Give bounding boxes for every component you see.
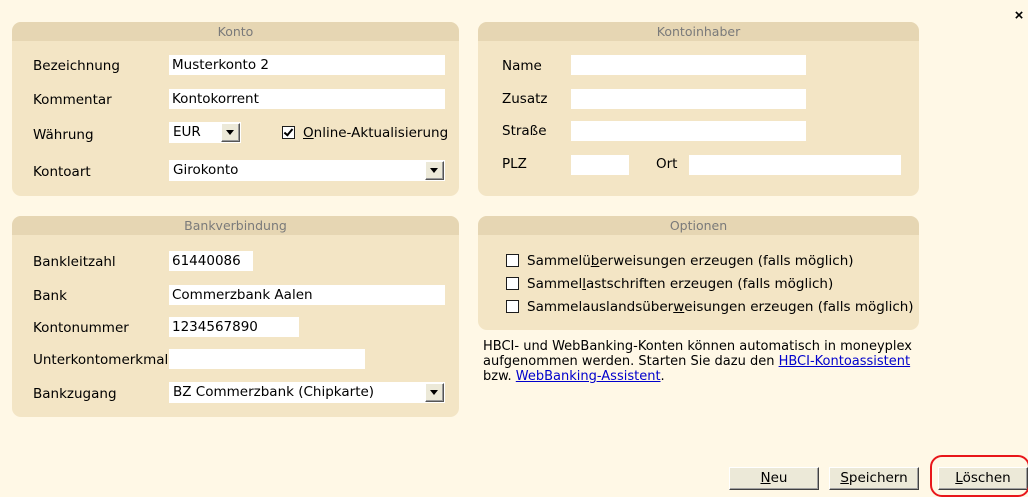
name-label: Name [502,58,542,74]
strasse-label: Straße [502,123,547,139]
bankverbindung-panel-header: Bankverbindung [12,216,459,235]
bankzugang-select[interactable]: BZ Commerzbank (Chipkarte) [169,382,445,403]
konto-panel-header: Konto [12,22,459,41]
konto-panel: Konto Bezeichnung Musterkonto 2 Kommenta… [12,22,459,196]
kontoinhaber-panel: Kontoinhaber Name Zusatz Straße PLZ Ort [478,22,919,196]
zusatz-label: Zusatz [502,91,548,107]
bankleitzahl-label: Bankleitzahl [33,254,116,270]
checkmark-icon [283,126,294,137]
chevron-down-icon [430,390,438,395]
kontoinhaber-panel-header: Kontoinhaber [478,22,919,41]
kontoart-label: Kontoart [33,164,91,180]
assistant-info-text: HBCI- und WebBanking-Konten können autom… [483,339,912,384]
plz-label: PLZ [502,156,527,172]
neu-button[interactable]: Neu [729,467,819,490]
loeschen-button[interactable]: Löschen [938,467,1028,490]
waehrung-label: Währung [33,127,94,143]
webbanking-assistent-link[interactable]: WebBanking-Assistent [516,369,661,384]
chevron-down-icon [430,168,438,173]
kontonummer-label: Kontonummer [33,320,129,336]
sammelueberweisungen-checkbox[interactable] [506,254,519,267]
kontonummer-field[interactable]: 1234567890 [169,317,299,337]
chevron-down-icon [226,130,234,135]
bankleitzahl-field[interactable]: 61440086 [169,251,253,271]
bezeichnung-field[interactable]: Musterkonto 2 [169,55,445,75]
unterkontomerkmal-label: Unterkontomerkmal [33,352,169,368]
waehrung-dropdown-button[interactable] [221,123,240,142]
bank-label: Bank [33,288,67,304]
sammelueberweisungen-label[interactable]: Sammelüberweisungen erzeugen (falls mögl… [527,253,854,269]
zusatz-field[interactable] [571,89,806,109]
bezeichnung-label: Bezeichnung [33,58,120,74]
sammelauslandsueberweisungen-checkbox[interactable] [506,300,519,313]
online-aktualisierung-label[interactable]: Online-Aktualisierung [303,125,448,141]
bankzugang-dropdown-button[interactable] [425,383,444,402]
sammellastschriften-checkbox[interactable] [506,277,519,290]
name-field[interactable] [571,55,806,75]
bankzugang-label: Bankzugang [33,386,117,402]
waehrung-value: EUR [173,124,201,140]
sammelauslandsueberweisungen-label[interactable]: Sammelauslandsüberweisungen erzeugen (fa… [527,299,914,315]
close-icon[interactable]: × [1012,8,1026,24]
optionen-panel: Optionen Sammelüberweisungen erzeugen (f… [478,216,919,330]
kontoart-dropdown-button[interactable] [425,161,444,180]
bankverbindung-panel: Bankverbindung Bankleitzahl 61440086 Ban… [12,216,459,417]
kontoart-select[interactable]: Girokonto [169,160,445,181]
kommentar-label: Kommentar [33,92,112,108]
waehrung-select[interactable]: EUR [169,122,241,143]
plz-field[interactable] [571,155,629,175]
strasse-field[interactable] [571,121,806,141]
bank-field[interactable]: Commerzbank Aalen [169,285,445,305]
bankzugang-value: BZ Commerzbank (Chipkarte) [173,384,375,400]
speichern-button[interactable]: Speichern [829,467,919,490]
online-aktualisierung-checkbox[interactable] [282,126,295,139]
ort-field[interactable] [689,155,901,175]
hbci-kontoassistent-link[interactable]: HBCI-Kontoassistent [779,354,911,369]
ort-label: Ort [656,156,678,172]
kontoart-value: Girokonto [173,162,239,178]
kommentar-field[interactable]: Kontokorrent [169,89,445,109]
optionen-panel-header: Optionen [478,216,919,235]
sammellastschriften-label[interactable]: Sammellastschriften erzeugen (falls mögl… [527,276,833,292]
unterkontomerkmal-field[interactable] [169,349,365,369]
